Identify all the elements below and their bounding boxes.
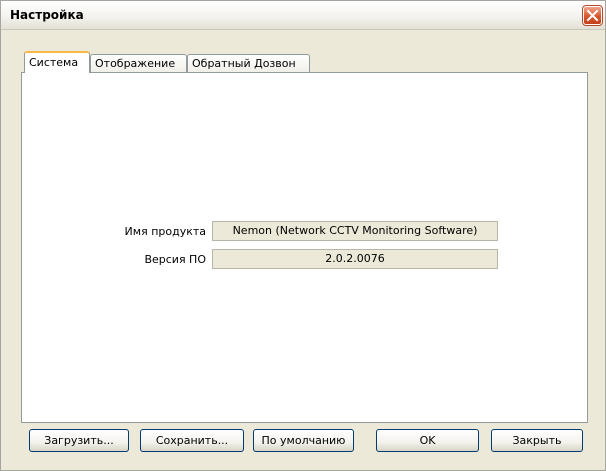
close-icon (586, 9, 599, 22)
tab-system[interactable]: Система (24, 51, 90, 73)
tab-callback[interactable]: Обратный Дозвон (187, 54, 310, 72)
tab-display[interactable]: Отображение (90, 54, 187, 72)
system-tab-panel: Имя продукта Nemon (Network CCTV Monitor… (21, 72, 588, 423)
default-button[interactable]: По умолчанию (253, 429, 354, 452)
product-name-label: Имя продукта (124, 225, 206, 238)
close-window-button[interactable] (582, 5, 603, 26)
ok-button[interactable]: OK (376, 429, 479, 452)
software-version-field: 2.0.2.0076 (212, 249, 498, 269)
save-button[interactable]: Сохранить... (140, 429, 244, 452)
settings-dialog: Настройка Система Отображение Обратный Д… (0, 0, 606, 471)
window-title: Настройка (10, 8, 84, 22)
title-bar[interactable]: Настройка (1, 1, 605, 30)
close-button[interactable]: Закрыть (491, 429, 583, 452)
load-button[interactable]: Загрузить... (29, 429, 129, 452)
software-version-label: Версия ПО (144, 253, 206, 266)
product-name-field: Nemon (Network CCTV Monitoring Software) (212, 221, 498, 241)
